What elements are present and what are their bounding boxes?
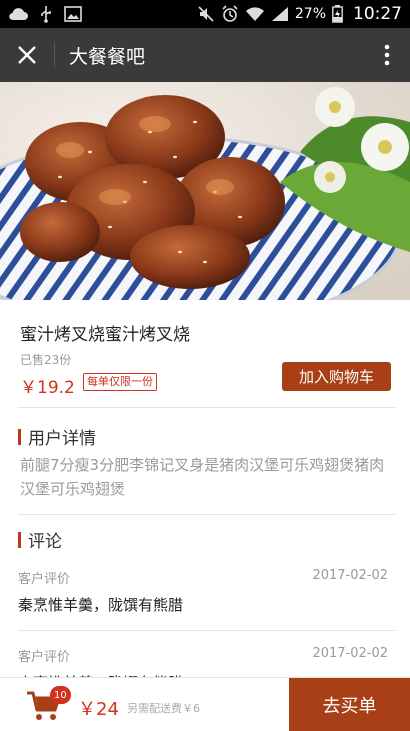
product-image bbox=[0, 82, 410, 300]
content: 蜜汁烤叉烧蜜汁烤叉烧 已售23份 ￥19.2 每单仅限一份 加入购物车 用户详情… bbox=[0, 300, 410, 692]
divider bbox=[18, 514, 396, 515]
reviews-heading: 评论 bbox=[18, 527, 62, 552]
add-to-cart-button[interactable]: 加入购物车 bbox=[282, 362, 391, 391]
cloud-icon bbox=[9, 8, 28, 21]
details-heading: 用户详情 bbox=[18, 424, 96, 449]
product-name: 蜜汁烤叉烧蜜汁烤叉烧 bbox=[20, 325, 190, 345]
bottom-bar: 10 ￥24 另需配送费￥6 去买单 bbox=[0, 677, 410, 731]
close-button[interactable] bbox=[0, 28, 54, 82]
battery-percent: 27% bbox=[294, 6, 326, 22]
review-text: 秦烹惟羊羹，陇馔有熊腊 bbox=[18, 596, 184, 614]
page: 27% 10:27 大餐餐吧 蜜汁烤叉烧蜜汁烤叉烧 已售23份 ￥19.2 每单… bbox=[0, 0, 410, 731]
product-card: 蜜汁烤叉烧蜜汁烤叉烧 已售23份 ￥19.2 每单仅限一份 加入购物车 bbox=[0, 300, 410, 408]
alarm-icon bbox=[222, 5, 238, 22]
clock: 10:27 bbox=[353, 4, 402, 24]
cart-count-badge: 10 bbox=[50, 686, 71, 704]
limit-badge: 每单仅限一份 bbox=[83, 373, 157, 391]
review-author: 客户评价 bbox=[18, 572, 71, 587]
review-date: 2017-02-02 bbox=[312, 568, 388, 583]
reviews-title: 评论 bbox=[28, 532, 62, 552]
divider bbox=[18, 630, 396, 631]
product-price: ￥19.2 bbox=[20, 378, 75, 398]
details-title: 用户详情 bbox=[28, 429, 96, 449]
wifi-icon bbox=[245, 7, 264, 21]
title-divider bbox=[54, 43, 55, 67]
review-author: 客户评价 bbox=[18, 650, 71, 665]
page-title: 大餐餐吧 bbox=[69, 45, 146, 68]
more-vertical-icon bbox=[384, 44, 390, 66]
signal-icon bbox=[271, 7, 288, 21]
mute-icon bbox=[198, 6, 214, 22]
battery-icon bbox=[332, 5, 343, 23]
close-icon bbox=[18, 46, 36, 64]
details-description: 前腿7分瘦3分肥李锦记叉身是猪肉汉堡可乐鸡翅煲猪肉汉堡可乐鸡翅煲 bbox=[20, 456, 385, 498]
review-date: 2017-02-02 bbox=[312, 646, 388, 661]
sold-count: 已售23份 bbox=[20, 353, 72, 367]
status-bar: 27% 10:27 bbox=[0, 0, 410, 28]
section-marker bbox=[18, 531, 21, 548]
more-button[interactable] bbox=[364, 28, 410, 82]
title-bar: 大餐餐吧 bbox=[0, 28, 410, 82]
section-marker bbox=[18, 428, 21, 445]
usb-icon bbox=[41, 6, 51, 23]
checkout-button[interactable]: 去买单 bbox=[289, 678, 410, 731]
image-icon bbox=[64, 6, 82, 22]
cart-total: ￥24 bbox=[78, 699, 119, 720]
divider bbox=[18, 407, 396, 408]
delivery-fee-note: 另需配送费￥6 bbox=[127, 702, 200, 715]
